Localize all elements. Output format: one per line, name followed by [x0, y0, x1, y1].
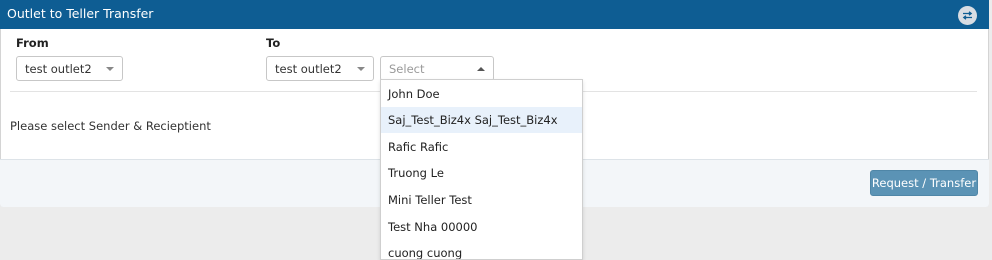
dropdown-option[interactable]: Rafic Rafic	[381, 134, 582, 160]
from-outlet-value: test outlet2	[25, 62, 92, 76]
swap-icon-glyph	[962, 11, 973, 20]
dropdown-option-label: Mini Teller Test	[388, 193, 472, 207]
dropdown-option-label: John Doe	[388, 87, 440, 101]
panel-title: Outlet to Teller Transfer	[7, 6, 154, 21]
dropdown-option-label: Test Nha 00000	[388, 220, 478, 234]
to-teller-select[interactable]: Select	[380, 56, 494, 81]
to-teller-placeholder: Select	[389, 62, 425, 76]
teller-dropdown-list[interactable]: John Doe Saj_Test_Biz4x Saj_Test_Biz4x R…	[380, 79, 583, 260]
dropdown-option-label: Rafic Rafic	[388, 140, 449, 154]
chevron-up-icon	[477, 67, 485, 71]
swap-icon[interactable]	[958, 6, 977, 25]
request-transfer-label: Request / Transfer	[871, 176, 977, 190]
dropdown-option-label: cuong cuong	[388, 246, 463, 260]
dropdown-option[interactable]: Test Nha 00000	[381, 214, 582, 240]
dropdown-option-label: Saj_Test_Biz4x Saj_Test_Biz4x	[388, 113, 558, 127]
dropdown-option[interactable]: cuong cuong	[381, 240, 582, 260]
dropdown-option[interactable]: John Doe	[381, 81, 582, 107]
chevron-down-icon	[106, 67, 114, 71]
chevron-down-icon	[357, 67, 365, 71]
dropdown-option-highlighted[interactable]: Saj_Test_Biz4x Saj_Test_Biz4x	[381, 107, 582, 133]
dropdown-option[interactable]: Truong Le	[381, 160, 582, 186]
from-outlet-select[interactable]: test outlet2	[16, 56, 123, 81]
status-message: Please select Sender & Recieptient	[10, 119, 211, 133]
panel-header: Outlet to Teller Transfer	[0, 0, 989, 29]
to-outlet-select[interactable]: test outlet2	[266, 56, 374, 81]
request-transfer-button[interactable]: Request / Transfer	[870, 170, 978, 196]
dropdown-option[interactable]: Mini Teller Test	[381, 187, 582, 213]
from-label: From	[16, 36, 49, 50]
to-label: To	[266, 36, 281, 50]
to-outlet-value: test outlet2	[275, 62, 342, 76]
dropdown-option-label: Truong Le	[388, 166, 444, 180]
